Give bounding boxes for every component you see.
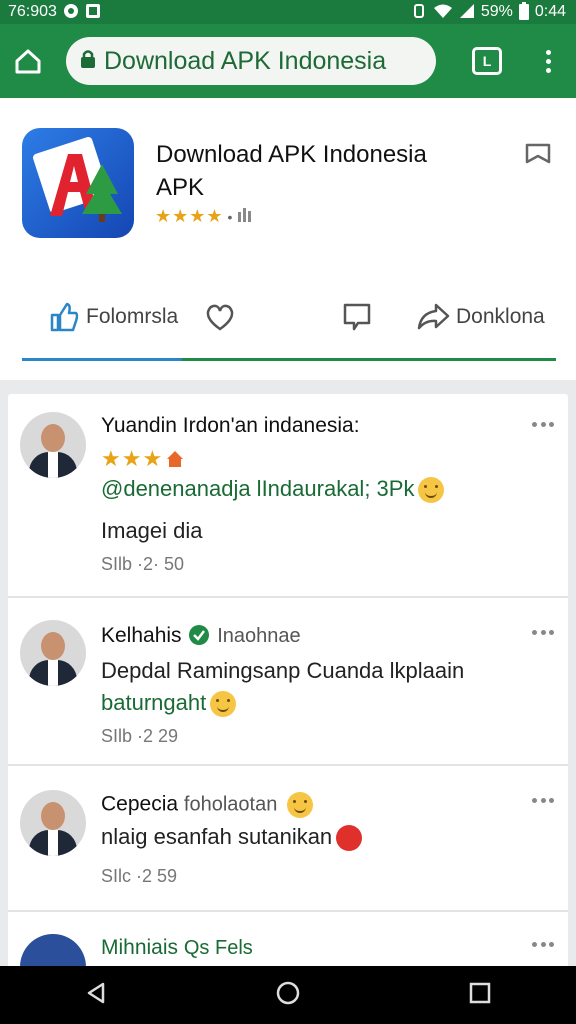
action-row: Folomrsla Donklona — [0, 294, 576, 340]
download-label: Donklona — [456, 305, 545, 328]
avatar[interactable] — [20, 412, 86, 478]
app-title-line1: Download APK Indonesia — [156, 141, 427, 168]
home-icon — [15, 49, 41, 74]
download-button[interactable]: Donklona — [416, 294, 545, 340]
post-timestamp: SIlc ·2 59 — [101, 866, 178, 886]
location-icon — [63, 3, 79, 22]
comment-feed: Yuandin Irdon'an indanesia: ★★★ @denenan… — [8, 394, 568, 1000]
apple-emoji-icon — [336, 825, 363, 852]
post-text-2: Imagei dia — [101, 518, 203, 543]
post-timestamp: SIlb ·2· 50 — [101, 554, 185, 574]
back-button[interactable] — [84, 981, 108, 1010]
recents-icon — [470, 982, 491, 1003]
post-more-button[interactable] — [532, 798, 554, 808]
comment-button[interactable] — [342, 294, 372, 340]
like-button[interactable] — [204, 294, 236, 340]
post-rating: ★★★ — [101, 446, 185, 472]
verified-badge-icon — [189, 625, 210, 645]
post-author[interactable]: Kelhahis Inaohnae — [101, 624, 301, 648]
smile-emoji-icon — [287, 792, 314, 818]
battery-icon — [518, 1, 529, 23]
vibrate-icon — [411, 3, 427, 22]
browser-toolbar: Download APK Indonesia L — [0, 24, 576, 98]
app-card: Download APK Indonesia APK ★★★★ • Folomr… — [0, 98, 576, 380]
post-text-1: @denenanadja lIndaurakal; 3Pk — [101, 476, 445, 504]
rating-stars: ★★★★ — [155, 206, 224, 226]
bookmark-icon — [525, 143, 551, 164]
comment-icon — [343, 303, 371, 331]
rating-separator: • — [227, 208, 233, 225]
app-icon[interactable] — [22, 128, 134, 238]
system-nav-bar — [0, 966, 576, 1024]
post-more-button[interactable] — [532, 942, 554, 952]
bookmark-button[interactable] — [524, 142, 552, 171]
url-bar[interactable]: Download APK Indonesia — [66, 37, 436, 85]
house-icon — [167, 451, 184, 467]
status-clock: 0:44 — [534, 3, 566, 20]
home-button[interactable] — [0, 24, 56, 98]
follow-button[interactable]: Folomrsla — [48, 294, 178, 340]
app-title: Download APK Indonesia APK — [156, 138, 476, 204]
url-text: Download APK Indonesia — [104, 46, 387, 75]
post-timestamp: SIlb ·2 29 — [101, 726, 179, 746]
app-rating: ★★★★ • — [155, 206, 254, 227]
overflow-menu-button[interactable] — [538, 44, 558, 78]
recents-button[interactable] — [468, 981, 492, 1010]
post-author[interactable]: Mihniais Qs Fels — [101, 936, 253, 960]
action-underline — [22, 358, 556, 361]
avatar[interactable] — [20, 790, 86, 856]
share-arrow-icon — [417, 303, 450, 330]
rating-count-icon — [236, 206, 254, 227]
battery-percent: 59% — [480, 3, 513, 20]
avatar[interactable] — [20, 620, 86, 686]
post-text-1: Depdal Ramingsanp Cuanda lkplaain — [101, 658, 465, 683]
post-more-button[interactable] — [532, 630, 554, 640]
wifi-icon — [433, 3, 453, 22]
post-stars: ★★★ — [101, 446, 164, 471]
heart-icon — [206, 304, 234, 331]
post-author[interactable]: Yuandin Irdon'an indanesia: — [101, 414, 360, 438]
home-nav-button[interactable] — [275, 980, 301, 1011]
list-item[interactable]: Yuandin Irdon'an indanesia: ★★★ @denenan… — [8, 394, 568, 598]
signal-icon — [459, 3, 475, 22]
status-time: 76:903 — [8, 3, 57, 20]
status-bar: 76:903 59% 0:44 — [0, 0, 576, 24]
tabs-button[interactable]: L — [470, 44, 504, 78]
tabs-count: L — [472, 47, 502, 75]
smile-emoji-icon — [210, 691, 237, 718]
thumbs-up-icon — [50, 302, 79, 332]
list-item[interactable]: Kelhahis Inaohnae Depdal Ramingsanp Cuan… — [8, 598, 568, 766]
follow-label: Folomrsla — [86, 305, 179, 328]
smile-emoji-icon — [418, 477, 445, 504]
post-more-button[interactable] — [532, 422, 554, 432]
circle-home-icon — [276, 981, 300, 1004]
post-text-1: nlaig esanfah sutanikan — [101, 824, 363, 852]
post-author[interactable]: Cepecia foholaotan — [101, 792, 314, 818]
back-icon — [87, 982, 104, 1003]
lock-icon — [80, 49, 96, 74]
app-title-line2: APK — [156, 174, 205, 201]
notification-icon — [85, 3, 101, 22]
list-item[interactable]: Cepecia foholaotan nlaig esanfah sutanik… — [8, 766, 568, 912]
post-text-2: baturngaht — [101, 690, 237, 718]
